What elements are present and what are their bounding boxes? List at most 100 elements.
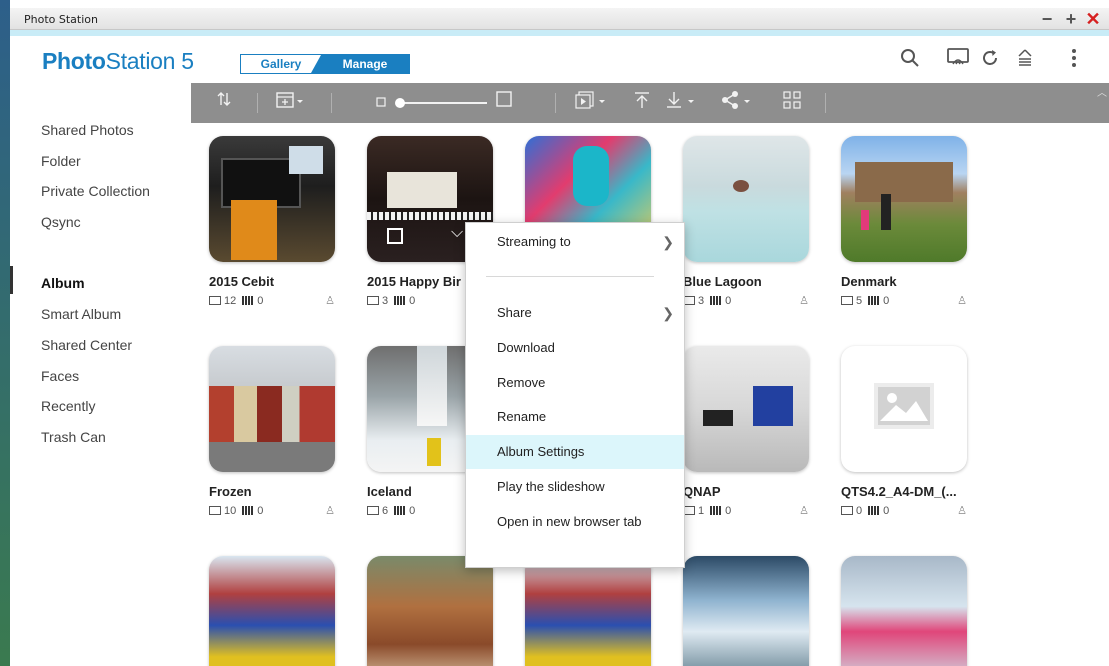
more-icon[interactable] <box>1062 48 1086 72</box>
sidebar-item-trash-can[interactable]: Trash Can <box>41 429 106 445</box>
zoom-slider-handle[interactable] <box>395 98 405 108</box>
album-meta: 3 0 ♙ <box>683 295 809 307</box>
context-menu: Streaming to ❯ Share ❯ Download Remove Ren… <box>465 222 685 568</box>
album-thumbnail[interactable] <box>209 136 335 262</box>
chevron-down-icon[interactable]: ⌵ <box>451 224 463 242</box>
album-thumbnail[interactable] <box>841 346 967 472</box>
image-placeholder-icon <box>874 383 934 429</box>
toolbar-separator <box>555 93 556 113</box>
toolbar-separator <box>257 93 258 113</box>
album-name: 2015 Happy Bir <box>367 274 461 289</box>
album-meta: 10 0 ♙ <box>209 505 335 517</box>
menu-item-rename[interactable]: Rename <box>466 400 684 434</box>
album-thumbnail[interactable] <box>367 556 493 666</box>
video-count-icon <box>710 296 723 305</box>
add-icon[interactable] <box>275 91 307 115</box>
zoom-small-icon <box>375 91 387 115</box>
toolbar <box>191 83 1109 123</box>
photo-count-icon <box>209 506 221 515</box>
window-frame <box>0 0 10 666</box>
select-checkbox[interactable] <box>387 228 403 244</box>
video-count-icon <box>242 506 255 515</box>
album-name: Blue Lagoon <box>683 274 762 289</box>
window-title: Photo Station <box>24 13 98 26</box>
share-status-icon: ♙ <box>799 505 809 517</box>
sidebar-item-smart-album[interactable]: Smart Album <box>41 306 121 322</box>
sidebar-item-shared-photos[interactable]: Shared Photos <box>41 122 134 138</box>
sidebar-active-marker <box>10 266 13 294</box>
menu-item-play-slideshow[interactable]: Play the slideshow <box>466 470 684 504</box>
share-icon[interactable] <box>721 91 757 115</box>
mode-switch: Gallery Manage <box>240 54 410 74</box>
album-thumbnail[interactable] <box>683 346 809 472</box>
album-thumbnail[interactable] <box>525 556 651 666</box>
toolbar-separator <box>825 93 826 113</box>
menu-item-open-new-tab[interactable]: Open in new browser tab <box>466 505 684 539</box>
album-thumbnail[interactable] <box>683 136 809 262</box>
upload-queue-icon[interactable] <box>1013 48 1037 72</box>
album-meta: 1 0 ♙ <box>683 505 809 517</box>
sidebar-item-faces[interactable]: Faces <box>41 368 79 384</box>
menu-separator <box>486 276 654 277</box>
download-icon[interactable] <box>665 91 701 115</box>
album-thumbnail[interactable] <box>683 556 809 666</box>
maximize-button[interactable]: + <box>1061 9 1081 29</box>
album-name: Iceland <box>367 484 412 499</box>
album-thumbnail[interactable] <box>209 556 335 666</box>
refresh-icon[interactable] <box>978 48 1002 72</box>
album-meta: 12 0 ♙ <box>209 295 335 307</box>
zoom-large-icon <box>495 91 513 115</box>
sidebar-item-recently[interactable]: Recently <box>41 398 95 414</box>
photo-count-icon <box>367 296 379 305</box>
menu-item-download[interactable]: Download <box>466 331 684 365</box>
menu-item-album-settings[interactable]: Album Settings <box>466 435 684 469</box>
sidebar-item-shared-center[interactable]: Shared Center <box>41 337 132 353</box>
zoom-slider-track[interactable] <box>399 102 487 104</box>
album-name: 2015 Cebit <box>209 274 275 289</box>
menu-item-share[interactable]: Share ❯ <box>466 296 684 330</box>
video-count-icon <box>242 296 255 305</box>
slideshow-icon[interactable] <box>575 91 609 115</box>
video-count-icon <box>868 506 881 515</box>
album-name: Frozen <box>209 484 252 499</box>
close-button[interactable]: ✕ <box>1083 9 1103 29</box>
album-thumbnail[interactable] <box>841 556 967 666</box>
mode-gallery-button[interactable]: Gallery <box>241 55 321 73</box>
window-titlebar[interactable]: Photo Station − + ✕ <box>10 8 1109 30</box>
mode-manage-button[interactable]: Manage <box>311 55 409 73</box>
sidebar-item-folder[interactable]: Folder <box>41 153 81 169</box>
album-meta: 0 0 ♙ <box>841 505 967 517</box>
sort-icon[interactable] <box>213 91 235 115</box>
menu-item-remove[interactable]: Remove <box>466 366 684 400</box>
sidebar-item-qsync[interactable]: Qsync <box>41 214 81 230</box>
album-thumbnail[interactable] <box>841 136 967 262</box>
app-header: PhotoStation 5 Gallery Manage <box>10 36 1109 82</box>
toolbar-separator <box>331 93 332 113</box>
video-count-icon <box>868 296 881 305</box>
share-status-icon: ♙ <box>799 295 809 307</box>
sidebar-item-album[interactable]: Album <box>41 275 85 291</box>
share-status-icon: ♙ <box>957 505 967 517</box>
sidebar-item-private-collection[interactable]: Private Collection <box>41 183 150 199</box>
video-count-icon <box>394 506 407 515</box>
share-status-icon: ♙ <box>325 505 335 517</box>
album-name: QNAP <box>683 484 721 499</box>
album-name: QTS4.2_A4-DM_(... <box>841 484 957 499</box>
photo-count-icon <box>209 296 221 305</box>
scroll-up-icon[interactable]: ︿ <box>1097 84 1107 99</box>
photo-count-icon <box>841 506 853 515</box>
video-count-icon <box>710 506 723 515</box>
video-count-icon <box>394 296 407 305</box>
minimize-button[interactable]: − <box>1037 9 1057 29</box>
upload-icon[interactable] <box>631 91 653 115</box>
app-logo: PhotoStation 5 <box>42 48 194 74</box>
share-status-icon: ♙ <box>957 295 967 307</box>
menu-item-streaming-to[interactable]: Streaming to ❯ <box>466 225 684 259</box>
photo-count-icon <box>367 506 379 515</box>
cast-icon[interactable] <box>946 48 970 72</box>
photo-count-icon <box>841 296 853 305</box>
grid-view-icon[interactable] <box>781 91 803 115</box>
album-thumbnail[interactable] <box>209 346 335 472</box>
album-name: Denmark <box>841 274 897 289</box>
search-icon[interactable] <box>898 48 922 72</box>
